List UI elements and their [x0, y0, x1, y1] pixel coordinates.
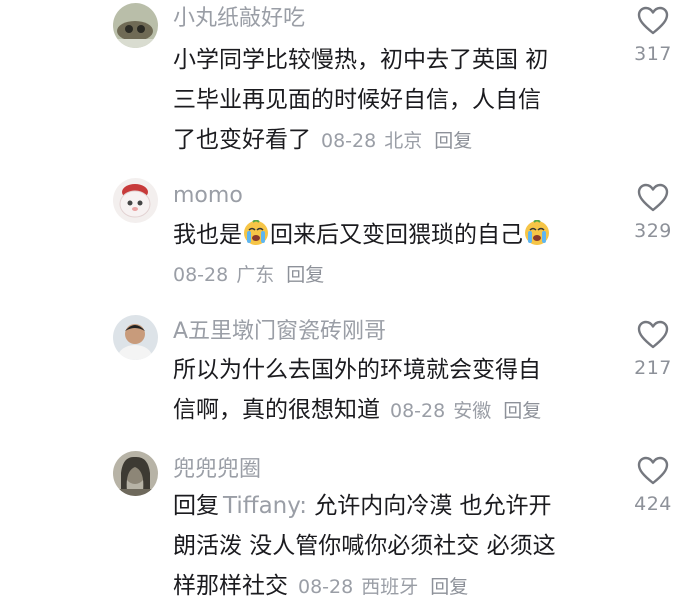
- comment-text: 我也是 回来后又变回猥琐的自己 08-28 广东 回复: [173, 215, 593, 295]
- username[interactable]: 兜兜兜圈: [173, 456, 261, 484]
- comment-text: 所以为什么去国外的环境就会变得自 信啊，真的很想知道 08-28 安徽 回复: [173, 350, 593, 431]
- comment-location: 西班牙: [361, 576, 419, 598]
- comment-location: 北京: [384, 130, 423, 152]
- like-button[interactable]: 329: [624, 183, 682, 242]
- comment-line: 样那样社交: [173, 573, 288, 599]
- reply-prefix: 回复: [173, 493, 219, 519]
- avatar[interactable]: [113, 178, 158, 223]
- comment-fragment: 允许内向冷漠 也允许开: [306, 493, 552, 519]
- reply-button[interactable]: 回复: [430, 576, 468, 598]
- comment-line: 了也变好看了: [173, 127, 311, 153]
- like-count: 317: [634, 43, 672, 65]
- comment-line: 三毕业再见面的时候好自信，人自信: [173, 87, 541, 113]
- comment-item: 兜兜兜圈 回复 Tiffany: 允许内向冷漠 也允许开 朗活泼 没人管你喊你必须…: [0, 448, 700, 603]
- username[interactable]: A五里墩门窗瓷砖刚哥: [173, 318, 386, 346]
- heart-outline-icon: [637, 456, 669, 485]
- comment-date: 08-28: [321, 130, 377, 152]
- heart-outline-icon: [637, 183, 669, 212]
- comment-fragment: 回来后又变回猥琐的自己: [270, 222, 523, 248]
- comment-line: 我也是 回来后又变回猥琐的自己: [173, 215, 593, 255]
- heart-outline-icon: [637, 320, 669, 349]
- comment-line: 小学同学比较慢热，初中去了英国 初: [173, 47, 549, 73]
- comment-item: 小丸纸敲好吃 小学同学比较慢热，初中去了英国 初 三毕业再见面的时候好自信，人自…: [0, 0, 700, 160]
- reply-button[interactable]: 回复: [286, 264, 324, 286]
- like-button[interactable]: 424: [624, 456, 682, 515]
- comment-date: 08-28: [173, 264, 229, 286]
- comment-line-last: 信啊，真的很想知道 08-28 安徽 回复: [173, 390, 593, 431]
- like-count: 329: [634, 220, 672, 242]
- comment-fragment: 我也是: [173, 222, 242, 248]
- like-button[interactable]: 317: [624, 6, 682, 65]
- comment-line: 回复 Tiffany: 允许内向冷漠 也允许开: [173, 486, 593, 526]
- comment-item: A五里墩门窗瓷砖刚哥 所以为什么去国外的环境就会变得自 信啊，真的很想知道 08-…: [0, 312, 700, 442]
- comment-line: 朗活泼 没人管你喊你必须社交 必须这: [173, 533, 556, 559]
- comment-text: 回复 Tiffany: 允许内向冷漠 也允许开 朗活泼 没人管你喊你必须社交 必须…: [173, 486, 593, 607]
- username[interactable]: 小丸纸敲好吃: [173, 5, 305, 33]
- heart-outline-icon: [637, 6, 669, 35]
- reply-target-username[interactable]: Tiffany:: [223, 493, 307, 519]
- comment-line: 所以为什么去国外的环境就会变得自: [173, 357, 541, 383]
- comment-date: 08-28: [390, 400, 446, 422]
- username[interactable]: momo: [173, 182, 243, 210]
- avatar[interactable]: [113, 3, 158, 48]
- comment-location: 广东: [236, 264, 275, 286]
- comment-item: momo 我也是 回来后又变回猥琐的自己 08-28 广东 回复 329: [0, 175, 700, 305]
- avatar[interactable]: [113, 315, 158, 360]
- comment-line: 信啊，真的很想知道: [173, 397, 380, 423]
- reply-button[interactable]: 回复: [434, 130, 472, 152]
- comment-line-last: 了也变好看了 08-28 北京 回复: [173, 120, 593, 161]
- comment-date: 08-28: [298, 576, 354, 598]
- like-count: 217: [634, 357, 672, 379]
- reply-button[interactable]: 回复: [503, 400, 541, 422]
- crying-face-emoji: [243, 219, 269, 245]
- avatar[interactable]: [113, 451, 158, 496]
- crying-face-emoji: [524, 219, 550, 245]
- comment-text: 小学同学比较慢热，初中去了英国 初 三毕业再见面的时候好自信，人自信 了也变好看…: [173, 40, 593, 161]
- comment-meta: 08-28 广东 回复: [173, 255, 593, 295]
- comment-location: 安徽: [453, 400, 492, 422]
- like-button[interactable]: 217: [624, 320, 682, 379]
- like-count: 424: [634, 493, 672, 515]
- comment-line-last: 样那样社交 08-28 西班牙 回复: [173, 566, 593, 607]
